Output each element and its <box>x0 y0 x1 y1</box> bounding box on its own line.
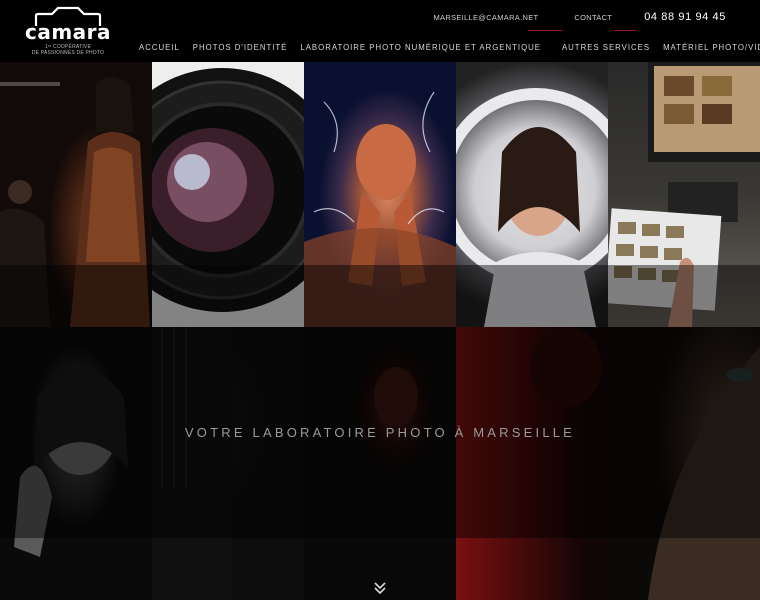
top-bar: MARSEILLE@CAMARA.NET CONTACT 04 88 91 94… <box>434 9 727 25</box>
main-nav: ACCUEIL PHOTOS D'IDENTITÉ LABORATOIRE PH… <box>139 43 760 52</box>
logo-tagline: 1ʳᵉ COOPÉRATIVE DE PASSIONNÉS DE PHOTO <box>31 44 105 56</box>
scroll-down-button[interactable] <box>372 580 388 596</box>
contact-link[interactable]: CONTACT <box>574 13 612 22</box>
nav-item-accueil[interactable]: ACCUEIL <box>139 43 180 52</box>
photo-tile-photo-lab-desk[interactable] <box>608 62 760 327</box>
nav-item-materiel[interactable]: MATÉRIEL PHOTO/VIDÉO <box>663 43 760 52</box>
email-underline <box>528 30 562 31</box>
photo-tile-bw-portrait[interactable] <box>0 327 152 600</box>
logo[interactable]: camara 1ʳᵉ COOPÉRATIVE DE PASSIONNÉS DE … <box>24 6 112 60</box>
contact-underline <box>614 30 636 31</box>
photo-tile-red-light-portrait[interactable] <box>304 327 456 600</box>
photo-tile-fashion-model[interactable] <box>0 62 152 327</box>
nav-item-autres-services[interactable]: AUTRES SERVICES <box>562 43 650 52</box>
double-chevron-down-icon <box>374 582 386 595</box>
phone-link[interactable]: 04 88 91 94 45 <box>644 11 726 23</box>
photo-tile-camera-lens[interactable] <box>152 62 304 327</box>
nav-item-laboratoire[interactable]: LABORATOIRE PHOTO NUMÉRIQUE ET ARGENTIQU… <box>300 43 541 52</box>
hero-title: VOTRE LABORATOIRE PHOTO À MARSEILLE <box>184 425 576 440</box>
photo-tile-red-face[interactable] <box>456 327 608 600</box>
photo-tile-eye-closeup[interactable] <box>608 327 760 600</box>
photo-tile-lens-dark[interactable] <box>152 327 304 600</box>
photo-tile-water-splash-portrait[interactable] <box>304 62 456 327</box>
email-link[interactable]: MARSEILLE@CAMARA.NET <box>434 13 539 22</box>
photo-grid <box>0 62 760 600</box>
photo-tile-ring-light-portrait[interactable] <box>456 62 608 327</box>
logo-wordmark: camara <box>24 20 112 44</box>
site-header: camara 1ʳᵉ COOPÉRATIVE DE PASSIONNÉS DE … <box>0 0 760 62</box>
nav-item-photos-identite[interactable]: PHOTOS D'IDENTITÉ <box>193 43 288 52</box>
